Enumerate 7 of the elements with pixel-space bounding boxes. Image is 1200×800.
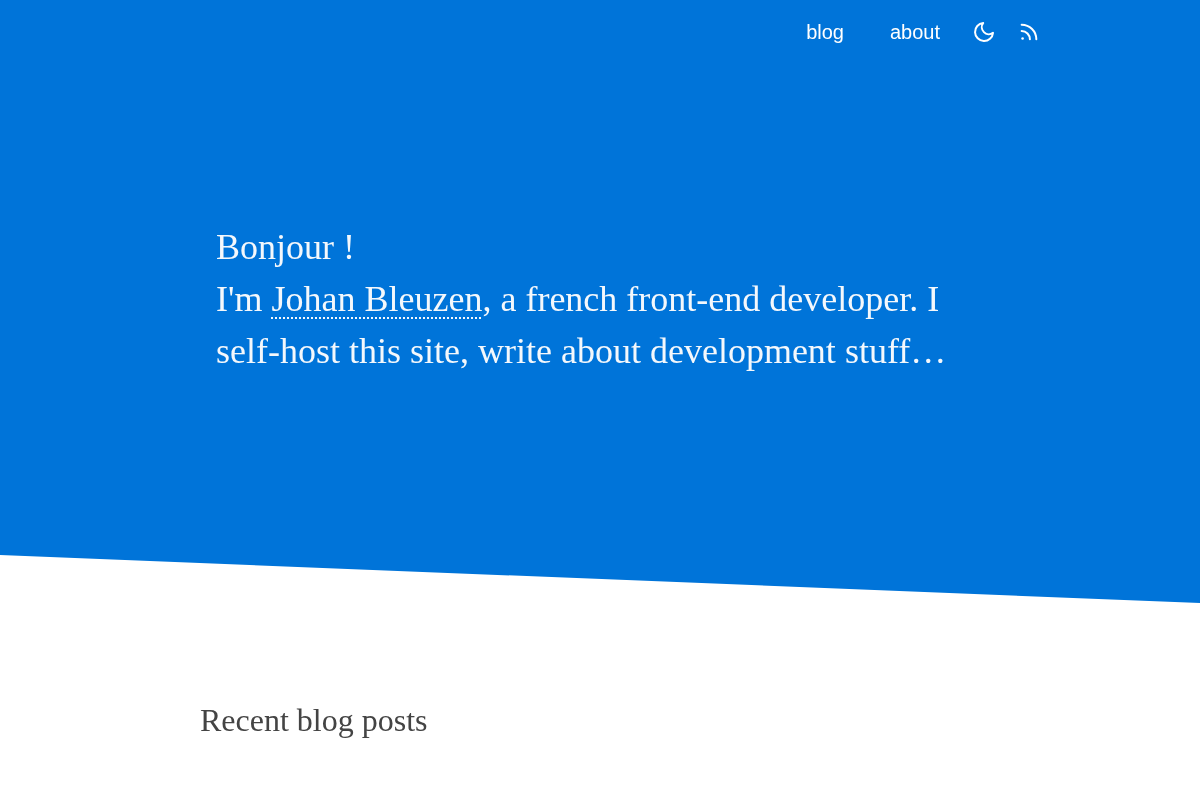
nav-link[interactable]: blog [806, 17, 844, 46]
moon-icon[interactable] [972, 19, 996, 44]
name-link[interactable]: Johan Bleuzen [271, 279, 483, 319]
intro-paragraph: I'm Johan Bleuzen, a french front-end developer. I self-host this site, write about development stuff… [216, 278, 948, 373]
nav-link[interactable]: about [889, 17, 940, 46]
greeting-text: Bonjour ! [216, 226, 356, 269]
section-heading: Recent blog posts [200, 701, 428, 740]
